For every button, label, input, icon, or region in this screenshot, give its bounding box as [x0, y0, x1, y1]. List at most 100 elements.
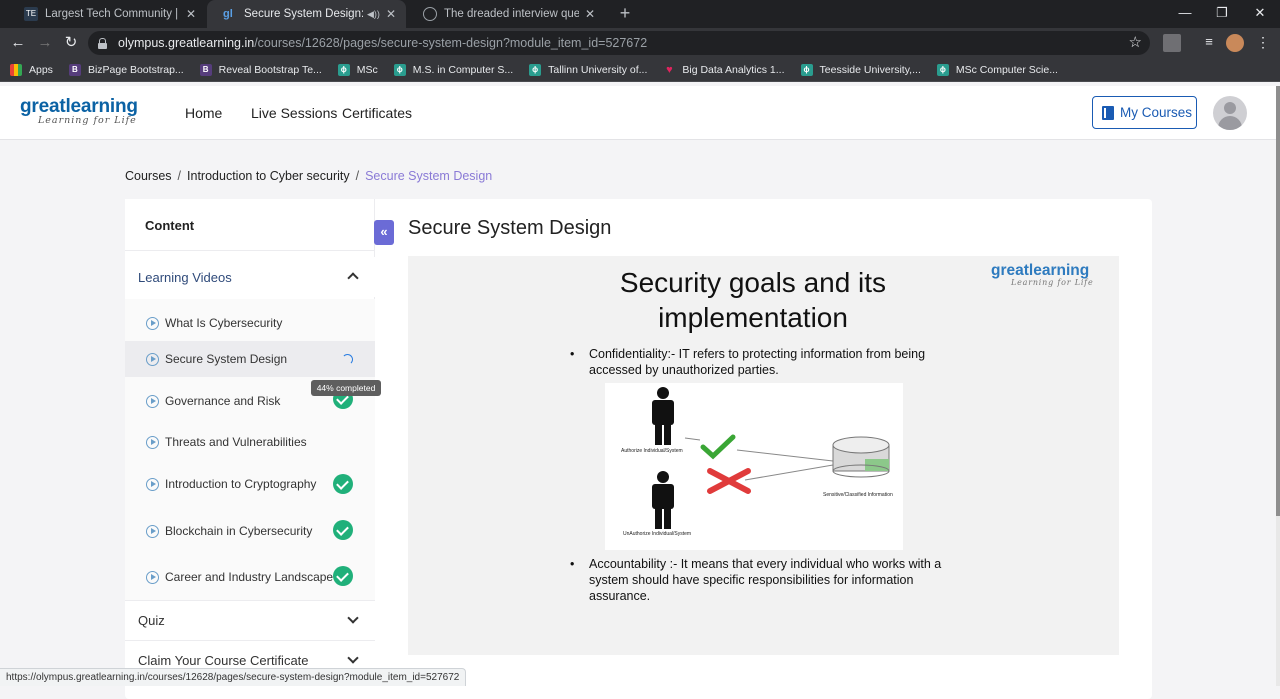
browser-toolbar: ← → ↻ olympus.greatlearning.in/courses/1…: [0, 28, 1280, 58]
breadcrumb-courses[interactable]: Courses: [125, 169, 172, 183]
authorized-person-icon: [652, 387, 674, 445]
lock-icon[interactable]: [98, 37, 107, 49]
university-icon: ϕ: [936, 63, 949, 76]
play-circle-icon: [146, 570, 159, 584]
minimize-button[interactable]: —: [1165, 0, 1205, 28]
hackerearth-favicon-icon: TE: [24, 7, 38, 21]
lesson-slide[interactable]: Security goals and its implementation gr…: [408, 256, 1119, 655]
collapse-sidebar-button[interactable]: «: [374, 220, 394, 245]
slide-diagram: Authorize Individual/System UnAuthorize …: [605, 383, 903, 550]
bootstrap-icon: B: [199, 63, 212, 76]
breadcrumb: Courses / Introduction to Cyber security / S…: [125, 169, 493, 183]
sidebar-item-what-is-cybersecurity[interactable]: What Is Cybersecurity: [125, 311, 375, 335]
bookmark-apps[interactable]: Apps: [10, 63, 53, 76]
bookmark-bigdata[interactable]: ♥ Big Data Analytics 1...: [663, 64, 784, 76]
my-courses-button[interactable]: My Courses: [1092, 96, 1197, 129]
section-quiz[interactable]: Quiz: [125, 600, 375, 640]
progress-tooltip: 44% completed: [311, 380, 381, 396]
sidebar-item-threats-and-vulnerabilities[interactable]: Threats and Vulnerabilities: [125, 430, 375, 454]
chevron-down-icon: [347, 612, 359, 624]
sidebar-item-secure-system-design[interactable]: Secure System Design: [125, 341, 375, 377]
browser-status-bar: https://olympus.greatlearning.in/courses…: [0, 668, 467, 686]
maximize-button[interactable]: ❐: [1202, 0, 1242, 28]
bootstrap-icon: B: [68, 63, 81, 76]
slide-title: Security goals and its implementation: [619, 267, 887, 333]
slide-bullet-accountability: • Accountability :- It means that every …: [570, 557, 942, 603]
forward-button[interactable]: →: [35, 33, 55, 53]
back-button[interactable]: ←: [8, 33, 28, 53]
chevron-up-icon: [347, 272, 359, 284]
check-mark-icon: [700, 434, 736, 460]
progress-spinner-icon: [342, 354, 353, 365]
cross-mark-icon: [707, 468, 751, 494]
tab-interview[interactable]: The dreaded interview question: ✕: [407, 0, 605, 28]
menu-kebab-icon[interactable]: ⋮: [1254, 34, 1272, 52]
bookmark-teesside[interactable]: ϕ Teesside University,...: [800, 63, 921, 76]
check-circle-icon: [333, 474, 353, 494]
check-circle-icon: [333, 520, 353, 540]
play-circle-icon: [146, 352, 159, 366]
window-close-button[interactable]: ✕: [1240, 0, 1280, 28]
check-circle-icon: [333, 566, 353, 586]
bookmark-msc-cs[interactable]: ϕ MSc Computer Scie...: [936, 63, 1058, 76]
reload-button[interactable]: ↻: [61, 33, 81, 53]
tab-strip: TE Largest Tech Community | Hacker ✕ gl …: [0, 0, 1280, 28]
greatlearning-logo[interactable]: greatlearning Learning for Life: [20, 96, 138, 126]
content-sidebar: Content Learning Videos What Is Cybersec…: [125, 199, 375, 686]
bookmark-ms-cs[interactable]: ϕ M.S. in Computer S...: [393, 63, 513, 76]
apps-grid-icon: [10, 63, 22, 76]
sidebar-item-career-and-industry-landscape[interactable]: Career and Industry Landscape: [125, 565, 375, 589]
nav-home[interactable]: Home: [185, 105, 222, 121]
play-circle-icon: [146, 524, 159, 538]
tab-close-icon[interactable]: ✕: [186, 7, 196, 21]
heart-icon: ♥: [666, 63, 673, 76]
tab-close-icon[interactable]: ✕: [585, 7, 595, 21]
breadcrumb-current: Secure System Design: [365, 169, 493, 183]
profile-avatar-icon[interactable]: [1226, 34, 1244, 52]
tab-hacker[interactable]: TE Largest Tech Community | Hacker ✕: [8, 0, 206, 28]
play-circle-icon: [146, 435, 159, 449]
url-host: olympus.greatlearning.in: [118, 36, 255, 50]
bookmark-tallinn[interactable]: ϕ Tallinn University of...: [529, 63, 647, 76]
sidebar-item-blockchain-in-cybersecurity[interactable]: Blockchain in Cybersecurity: [125, 519, 375, 543]
play-circle-icon: [146, 477, 159, 491]
url-path: /courses/12628/pages/secure-system-desig…: [254, 36, 648, 50]
greatlearning-favicon-icon: gl: [223, 8, 233, 20]
book-icon: [1102, 105, 1114, 120]
play-circle-icon: [146, 316, 159, 330]
chevron-down-icon: [347, 652, 359, 664]
section-learning-videos[interactable]: Learning Videos: [125, 257, 375, 297]
audio-playing-icon[interactable]: ◀)): [367, 9, 380, 20]
tab-secure-system-design[interactable]: gl Secure System Design: Introduc ◀)) ✕: [207, 0, 406, 28]
sidebar-item-introduction-to-cryptography[interactable]: Introduction to Cryptography: [125, 472, 375, 496]
bookmarks-bar: Apps B BizPage Bootstrap... B Reveal Boots…: [0, 58, 1280, 82]
media-control-icon[interactable]: ≡: [1200, 34, 1218, 52]
access-diagram-graphic: [652, 387, 890, 529]
scrollbar-thumb[interactable]: [1276, 86, 1280, 516]
play-circle-icon: [146, 394, 159, 408]
university-icon: ϕ: [800, 63, 813, 76]
database-icon: [832, 436, 890, 478]
new-tab-button[interactable]: +: [614, 3, 636, 24]
tab-close-icon[interactable]: ✕: [386, 7, 396, 21]
breadcrumb-course[interactable]: Introduction to Cyber security: [187, 169, 350, 183]
bookmark-reveal[interactable]: B Reveal Bootstrap Te...: [199, 63, 322, 76]
bookmark-bizpage[interactable]: B BizPage Bootstrap...: [68, 63, 184, 76]
university-icon: ϕ: [337, 63, 350, 76]
bookmark-star-icon[interactable]: ☆: [1129, 33, 1142, 51]
globe-favicon-icon: [423, 7, 437, 21]
page-scrollbar[interactable]: [1276, 86, 1280, 686]
sidebar-header: Content: [125, 199, 374, 251]
nav-certificates[interactable]: Certificates: [342, 105, 412, 121]
university-icon: ϕ: [529, 63, 542, 76]
site-header: greatlearning Learning for Life Home Liv…: [0, 86, 1276, 140]
slide-logo: greatlearning Learning for Life: [991, 262, 1094, 287]
extension-icon[interactable]: [1163, 34, 1181, 52]
slide-bullet-confidentiality: • Confidentiality:- IT refers to protect…: [570, 347, 926, 377]
address-bar[interactable]: olympus.greatlearning.in/courses/12628/p…: [88, 31, 1150, 55]
unauthorized-person-icon: [652, 471, 674, 529]
bookmark-msc[interactable]: ϕ MSc: [337, 63, 378, 76]
nav-live-sessions[interactable]: Live Sessions: [251, 105, 337, 121]
university-icon: ϕ: [393, 63, 406, 76]
user-avatar[interactable]: [1213, 96, 1247, 130]
